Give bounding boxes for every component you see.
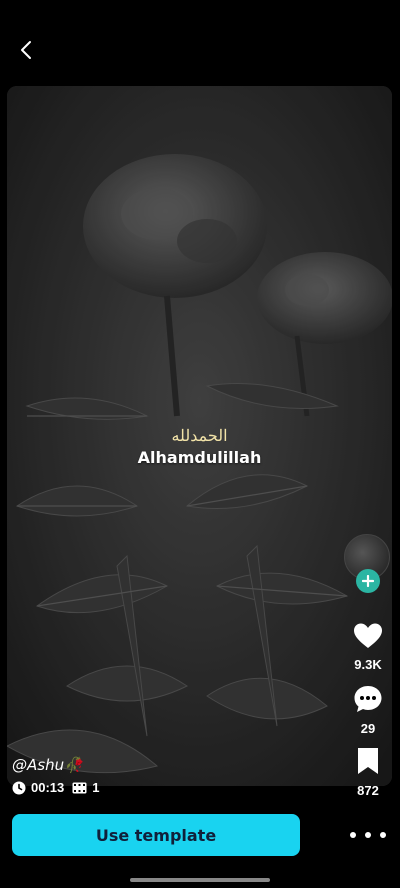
comment-count: 29 [360, 721, 376, 736]
more-dots-icon [365, 832, 371, 838]
clock-icon [12, 781, 26, 794]
heart-icon [354, 623, 382, 648]
back-button[interactable] [12, 36, 40, 64]
author-handle[interactable]: @Ashu🥀 [12, 756, 83, 774]
clip-count-text: 1 [92, 780, 100, 795]
more-options-button[interactable] [350, 822, 386, 848]
save-button[interactable]: 872 [345, 746, 391, 798]
comment-icon [354, 686, 382, 712]
like-count: 9.3K [354, 657, 382, 672]
duration: 00:13 [12, 780, 64, 795]
save-count: 872 [357, 783, 379, 798]
follow-button[interactable] [356, 569, 380, 593]
bookmark-icon [358, 748, 378, 774]
use-template-button[interactable]: Use template [12, 814, 300, 856]
caption-arabic: الحمدلله [171, 426, 228, 445]
film-icon [72, 782, 87, 793]
video-preview[interactable]: الحمدلله Alhamdulillah [7, 86, 392, 786]
more-dots-icon [380, 832, 386, 838]
comment-button[interactable]: 29 [345, 684, 391, 736]
top-bar [0, 0, 400, 82]
more-dots-icon [350, 832, 356, 838]
caption-text: Alhamdulillah [137, 448, 262, 467]
duration-text: 00:13 [31, 780, 65, 795]
clip-count: 1 [72, 780, 99, 795]
plus-icon [362, 575, 374, 587]
chevron-left-icon [21, 41, 31, 59]
template-meta: 00:13 1 [12, 780, 107, 795]
home-indicator[interactable] [130, 878, 270, 882]
like-button[interactable]: 9.3K [345, 622, 391, 672]
